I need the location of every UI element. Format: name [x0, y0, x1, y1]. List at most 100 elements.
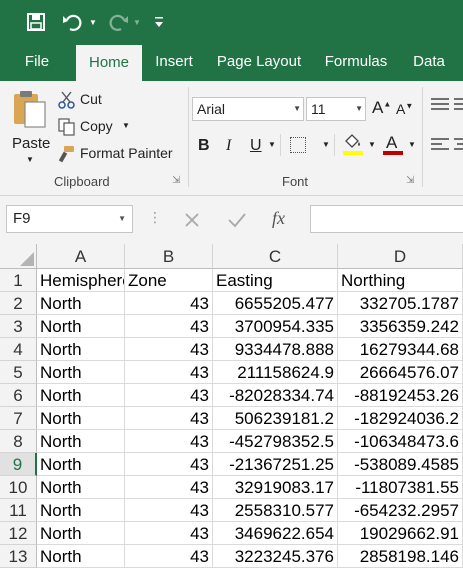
table-cell[interactable]: 43: [125, 430, 213, 453]
column-header-c[interactable]: C: [213, 244, 338, 269]
table-cell[interactable]: 26664576.07: [338, 361, 463, 384]
table-cell[interactable]: -88192453.26: [338, 384, 463, 407]
table-cell[interactable]: 43: [125, 545, 213, 568]
borders-dropdown-icon[interactable]: ▼: [322, 140, 330, 149]
table-cell[interactable]: North: [37, 453, 125, 476]
name-box-dropdown-icon[interactable]: ▼: [118, 206, 126, 232]
align-center-icon[interactable]: [454, 137, 463, 151]
table-cell[interactable]: 43: [125, 522, 213, 545]
table-cell[interactable]: 6655205.477: [213, 292, 338, 315]
font-size-dropdown-icon[interactable]: ▼: [355, 98, 363, 120]
insert-function-icon[interactable]: fx: [272, 208, 285, 229]
tab-home[interactable]: Home: [76, 45, 142, 81]
fill-color-button[interactable]: [342, 133, 364, 157]
redo-dropdown-icon[interactable]: ▼: [132, 9, 142, 35]
borders-icon[interactable]: [290, 137, 306, 153]
table-cell[interactable]: Easting: [213, 269, 338, 292]
tab-insert[interactable]: Insert: [144, 44, 204, 81]
row-header[interactable]: 5: [0, 361, 37, 384]
table-cell[interactable]: 211158624.9: [213, 361, 338, 384]
table-cell[interactable]: 43: [125, 384, 213, 407]
save-icon[interactable]: [24, 9, 48, 35]
decrease-font-size-icon[interactable]: A▼: [396, 101, 413, 117]
table-cell[interactable]: Zone: [125, 269, 213, 292]
formula-bar-handle-icon[interactable]: ⋮: [148, 209, 162, 226]
font-name-dropdown-icon[interactable]: ▼: [293, 98, 301, 120]
increase-font-size-icon[interactable]: A▲: [372, 98, 391, 118]
table-cell[interactable]: 43: [125, 292, 213, 315]
table-cell[interactable]: North: [37, 361, 125, 384]
row-header[interactable]: 7: [0, 407, 37, 430]
table-cell[interactable]: 43: [125, 499, 213, 522]
column-header-a[interactable]: A: [37, 244, 125, 269]
redo-icon[interactable]: [106, 9, 130, 35]
row-header[interactable]: 4: [0, 338, 37, 361]
table-cell[interactable]: -106348473.6: [338, 430, 463, 453]
row-header[interactable]: 3: [0, 315, 37, 338]
row-header[interactable]: 8: [0, 430, 37, 453]
table-cell[interactable]: -11807381.55: [338, 476, 463, 499]
undo-icon[interactable]: [60, 9, 86, 35]
bold-button[interactable]: B: [198, 137, 210, 155]
table-cell[interactable]: North: [37, 384, 125, 407]
select-all-corner[interactable]: [0, 244, 37, 269]
row-header[interactable]: 10: [0, 476, 37, 499]
row-header[interactable]: 13: [0, 545, 37, 568]
table-cell[interactable]: 43: [125, 315, 213, 338]
undo-dropdown-icon[interactable]: ▼: [88, 9, 98, 35]
table-cell[interactable]: North: [37, 430, 125, 453]
fill-color-dropdown-icon[interactable]: ▼: [368, 140, 376, 149]
table-cell[interactable]: 332705.1787: [338, 292, 463, 315]
copy-button[interactable]: Copy ▼: [58, 116, 138, 138]
row-header[interactable]: 2: [0, 292, 37, 315]
table-cell[interactable]: 3700954.335: [213, 315, 338, 338]
table-cell[interactable]: North: [37, 407, 125, 430]
cancel-icon[interactable]: [183, 211, 201, 229]
table-cell[interactable]: 3356359.242: [338, 315, 463, 338]
customize-toolbar-icon[interactable]: [152, 9, 166, 35]
format-painter-button[interactable]: Format Painter: [58, 143, 180, 165]
font-name-combobox[interactable]: Arial ▼: [192, 97, 304, 121]
table-cell[interactable]: -452798352.5: [213, 430, 338, 453]
column-header-d[interactable]: D: [338, 244, 463, 269]
row-header[interactable]: 11: [0, 499, 37, 522]
table-cell[interactable]: 32919083.17: [213, 476, 338, 499]
table-cell[interactable]: 43: [125, 338, 213, 361]
table-cell[interactable]: North: [37, 545, 125, 568]
table-cell[interactable]: 3223245.376: [213, 545, 338, 568]
table-cell[interactable]: 16279344.68: [338, 338, 463, 361]
table-cell[interactable]: 43: [125, 407, 213, 430]
table-cell[interactable]: North: [37, 315, 125, 338]
align-middle-icon[interactable]: [454, 97, 463, 111]
table-cell[interactable]: 43: [125, 476, 213, 499]
table-cell[interactable]: 2858198.146: [338, 545, 463, 568]
column-header-b[interactable]: B: [125, 244, 213, 269]
table-cell[interactable]: North: [37, 292, 125, 315]
table-cell[interactable]: North: [37, 338, 125, 361]
font-color-dropdown-icon[interactable]: ▼: [408, 140, 416, 149]
row-header[interactable]: 1: [0, 269, 37, 292]
table-cell[interactable]: Hemisphere: [37, 269, 125, 292]
underline-dropdown-icon[interactable]: ▼: [268, 140, 276, 149]
table-cell[interactable]: Northing: [338, 269, 463, 292]
table-cell[interactable]: 2558310.577: [213, 499, 338, 522]
enter-checkmark-icon[interactable]: [227, 211, 247, 229]
tab-file[interactable]: File: [0, 44, 74, 81]
table-cell[interactable]: North: [37, 499, 125, 522]
cut-button[interactable]: Cut: [58, 89, 128, 111]
table-cell[interactable]: 43: [125, 361, 213, 384]
paste-button[interactable]: Paste ▼: [8, 85, 52, 171]
table-cell[interactable]: North: [37, 522, 125, 545]
table-cell[interactable]: -82028334.74: [213, 384, 338, 407]
table-cell[interactable]: 506239181.2: [213, 407, 338, 430]
font-color-button[interactable]: A: [382, 133, 404, 157]
clipboard-dialog-launcher-icon[interactable]: ⇲: [172, 175, 180, 186]
tab-data[interactable]: Data: [402, 44, 456, 81]
table-cell[interactable]: -654232.2957: [338, 499, 463, 522]
row-header[interactable]: 9: [0, 453, 37, 476]
table-cell[interactable]: 43: [125, 453, 213, 476]
table-cell[interactable]: -538089.4585: [338, 453, 463, 476]
underline-button[interactable]: U: [250, 137, 262, 155]
tab-page-layout[interactable]: Page Layout: [208, 44, 310, 81]
table-cell[interactable]: 9334478.888: [213, 338, 338, 361]
